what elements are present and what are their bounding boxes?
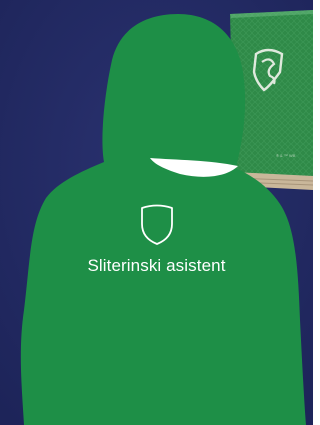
- crest-icon: [140, 204, 174, 246]
- welcome-card: ® & ™ WB Sliterinski asistent: [0, 0, 313, 425]
- shield-icon: [141, 204, 173, 245]
- assistant-title: Sliterinski asistent: [87, 256, 226, 275]
- book-fine-print: ® & ™ WB: [276, 153, 296, 158]
